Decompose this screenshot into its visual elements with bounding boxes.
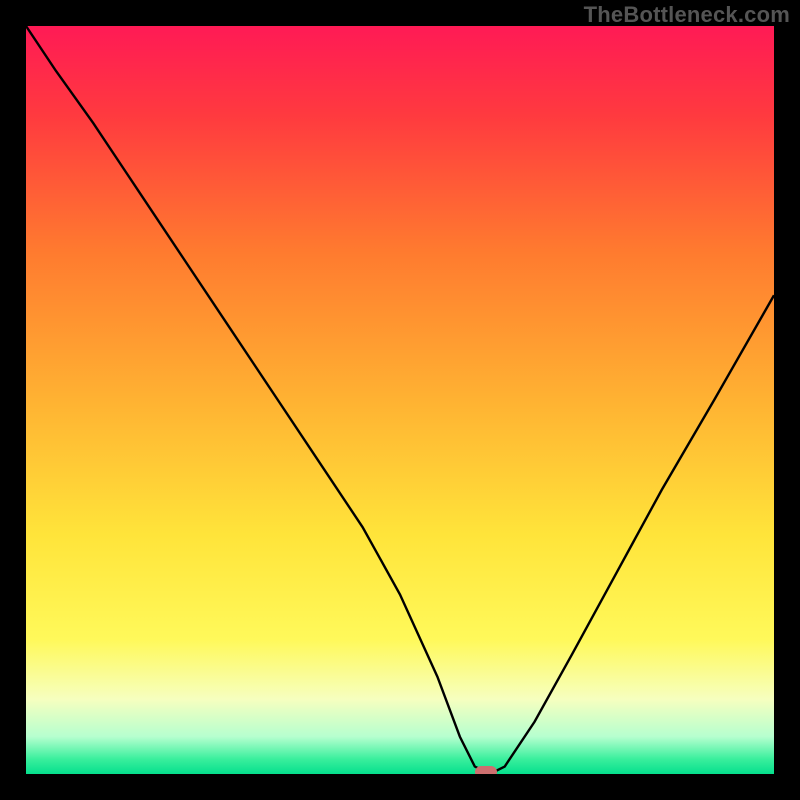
optimal-point-marker — [475, 766, 497, 774]
plot-area — [26, 26, 774, 774]
watermark-text: TheBottleneck.com — [584, 2, 790, 28]
chart-frame: TheBottleneck.com — [0, 0, 800, 800]
bottleneck-curve — [26, 26, 774, 774]
